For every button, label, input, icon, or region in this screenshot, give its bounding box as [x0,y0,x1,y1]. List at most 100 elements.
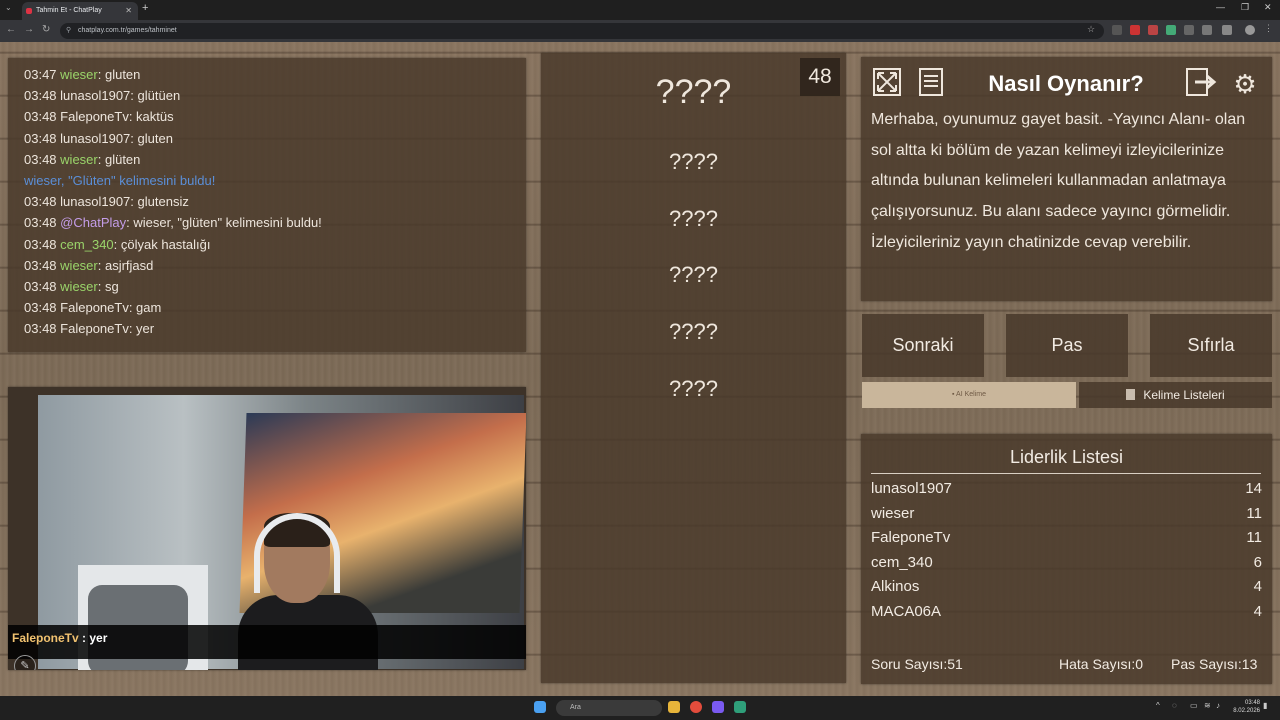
word-lists-button[interactable]: Kelime Listeleri [1079,382,1272,408]
word-lists-label: Kelime Listeleri [1143,388,1225,402]
chat-username[interactable]: wieser [60,152,98,167]
forward-icon[interactable]: → [24,24,34,35]
chat-message: 03:48 wieser: sg [24,276,526,297]
error-count: Hata Sayısı:0 [1059,656,1144,672]
list-document-icon[interactable] [913,67,949,101]
avatar[interactable] [1245,25,1255,35]
back-icon[interactable]: ← [6,24,16,35]
wifi-icon[interactable]: ≋ [1204,701,1211,710]
reload-icon[interactable]: ↻ [42,24,50,35]
exit-icon[interactable] [1183,67,1219,101]
gear-icon[interactable]: ⚙ [1227,67,1263,101]
ai-word-button[interactable]: ▪ AI Kelime [862,382,1076,408]
how-to-play-title: Nasıl Oynanır? [988,71,1144,96]
chrome-icon[interactable] [690,701,702,713]
start-icon[interactable] [534,701,546,713]
chat-text: : gluten [97,67,141,82]
chat-time: 03:48 [24,215,57,231]
list-icon [1126,389,1136,400]
bookmark-star-icon[interactable]: ☆ [1087,24,1095,35]
pencil-icon[interactable]: ✎ [14,655,36,670]
chat-username[interactable]: wieser [60,258,98,273]
leaderboard-title: Liderlik Listesi [1009,447,1124,467]
network-icon[interactable]: ◌ [1172,701,1177,710]
reset-button[interactable]: Sıfırla [1150,314,1272,377]
leaderboard-row: MACA06A 4 [871,603,1262,627]
site-info-icon[interactable]: ⚲ [66,23,71,39]
fullscreen-icon[interactable] [869,67,905,101]
chat-message: 03:48 @ChatPlay: wieser, "glüten" kelime… [24,212,526,233]
chat-time: 03:48 [24,88,57,104]
player-name: lunasol1907 [871,480,952,497]
chat-username[interactable]: wieser [60,279,98,294]
chat-time: 03:47 [24,67,57,82]
player-score: 14 [1245,480,1262,497]
chat-time: 03:48 [24,236,57,252]
chat-message: 03:48 lunasol1907: gluten [24,128,526,149]
tab-list-icon[interactable]: ⌄ [5,3,12,12]
close-window-icon[interactable]: ✕ [1264,2,1272,13]
chat-text: : glutensiz [130,194,189,210]
player-name: FaleponeTv [871,529,951,546]
extension-icon[interactable] [1166,25,1176,35]
chat-time: 03:48 [24,257,57,273]
file-explorer-icon[interactable] [668,701,680,713]
caption-text: : yer [78,631,108,645]
chat-text: : kaktüs [128,109,174,125]
extension-icon[interactable] [1130,25,1140,35]
profile-icon[interactable] [1222,25,1232,35]
browser-tab[interactable]: Tahmin Et - ChatPlay ✕ [22,2,138,20]
volume-icon[interactable]: ♪ [1216,701,1220,710]
chat-message: 03:48 wieser: glüten [24,149,526,170]
chat-text: : asjrfjasd [97,257,154,273]
display-icon[interactable]: ▭ [1190,701,1198,710]
chat-username[interactable]: cem_340 [60,237,113,252]
minimize-icon[interactable]: — [1216,2,1225,12]
discord-icon[interactable] [712,701,724,713]
tab-title: Tahmin Et - ChatPlay [36,7,102,14]
close-tab-icon[interactable]: ✕ [125,2,132,20]
chat-username[interactable]: FaleponeTv [60,321,129,336]
chat-time: 03:48 [24,109,57,125]
webcam-caption-bar: FaleponeTv : yer [8,625,526,659]
leaderboard-row: lunasol1907 14 [871,480,1262,504]
leaderboard-row: FaleponeTv 11 [871,529,1262,553]
chat-text: : çölyak hastalığı [113,236,211,252]
new-tab-icon[interactable]: + [142,2,148,14]
chat-message: 03:48 FaleponeTv: gam [24,297,526,318]
chat-text: : yer [128,321,155,337]
chat-text: : glütüen [130,88,181,104]
taskbar-search[interactable]: Ara [556,700,662,716]
leaderboard-panel: Liderlik Listesi lunasol1907 14 wieser 11 … [861,434,1272,684]
player-score: 4 [1253,578,1262,595]
extension-icon[interactable] [1112,25,1122,35]
timer-badge: 48 [800,58,840,96]
app-icon[interactable] [734,701,746,713]
chat-username[interactable]: lunasol1907 [60,88,130,103]
chat-username[interactable]: @ChatPlay [60,215,126,230]
chat-username[interactable]: lunasol1907 [60,194,130,209]
extensions-puzzle-icon[interactable] [1202,25,1212,35]
leaderboard-row: wieser 11 [871,505,1262,529]
maximize-icon[interactable]: ❐ [1241,2,1249,13]
clock[interactable]: 03:48 8.02.2026 [1233,699,1260,715]
word-panel: ???? ???? ???? ???? ???? ???? [541,53,846,683]
tray-chevron-icon[interactable]: ^ [1156,701,1160,710]
chat-text: : gam [128,300,162,316]
chat-username[interactable]: lunasol1907 [60,131,130,146]
chat-time: 03:48 [24,300,57,316]
more-menu-icon[interactable]: ⋮ [1264,23,1274,33]
player-score: 11 [1246,529,1262,546]
next-button[interactable]: Sonraki [862,314,984,377]
url-input[interactable]: ⚲ chatplay.com.tr/games/tahminet [60,23,1104,39]
extension-icon[interactable] [1184,25,1194,35]
chat-list: 03:47 wieser: gluten 03:48 lunasol1907: g… [24,64,526,339]
extension-icon[interactable] [1148,25,1158,35]
notification-icon[interactable]: ▮ [1263,701,1267,710]
chat-username[interactable]: wieser [60,67,98,82]
headset-image [254,513,340,593]
chat-username[interactable]: FaleponeTv [60,300,129,315]
chat-username[interactable]: FaleponeTv [60,109,129,124]
player-name: MACA06A [871,603,942,620]
pass-button[interactable]: Pas [1006,314,1128,377]
